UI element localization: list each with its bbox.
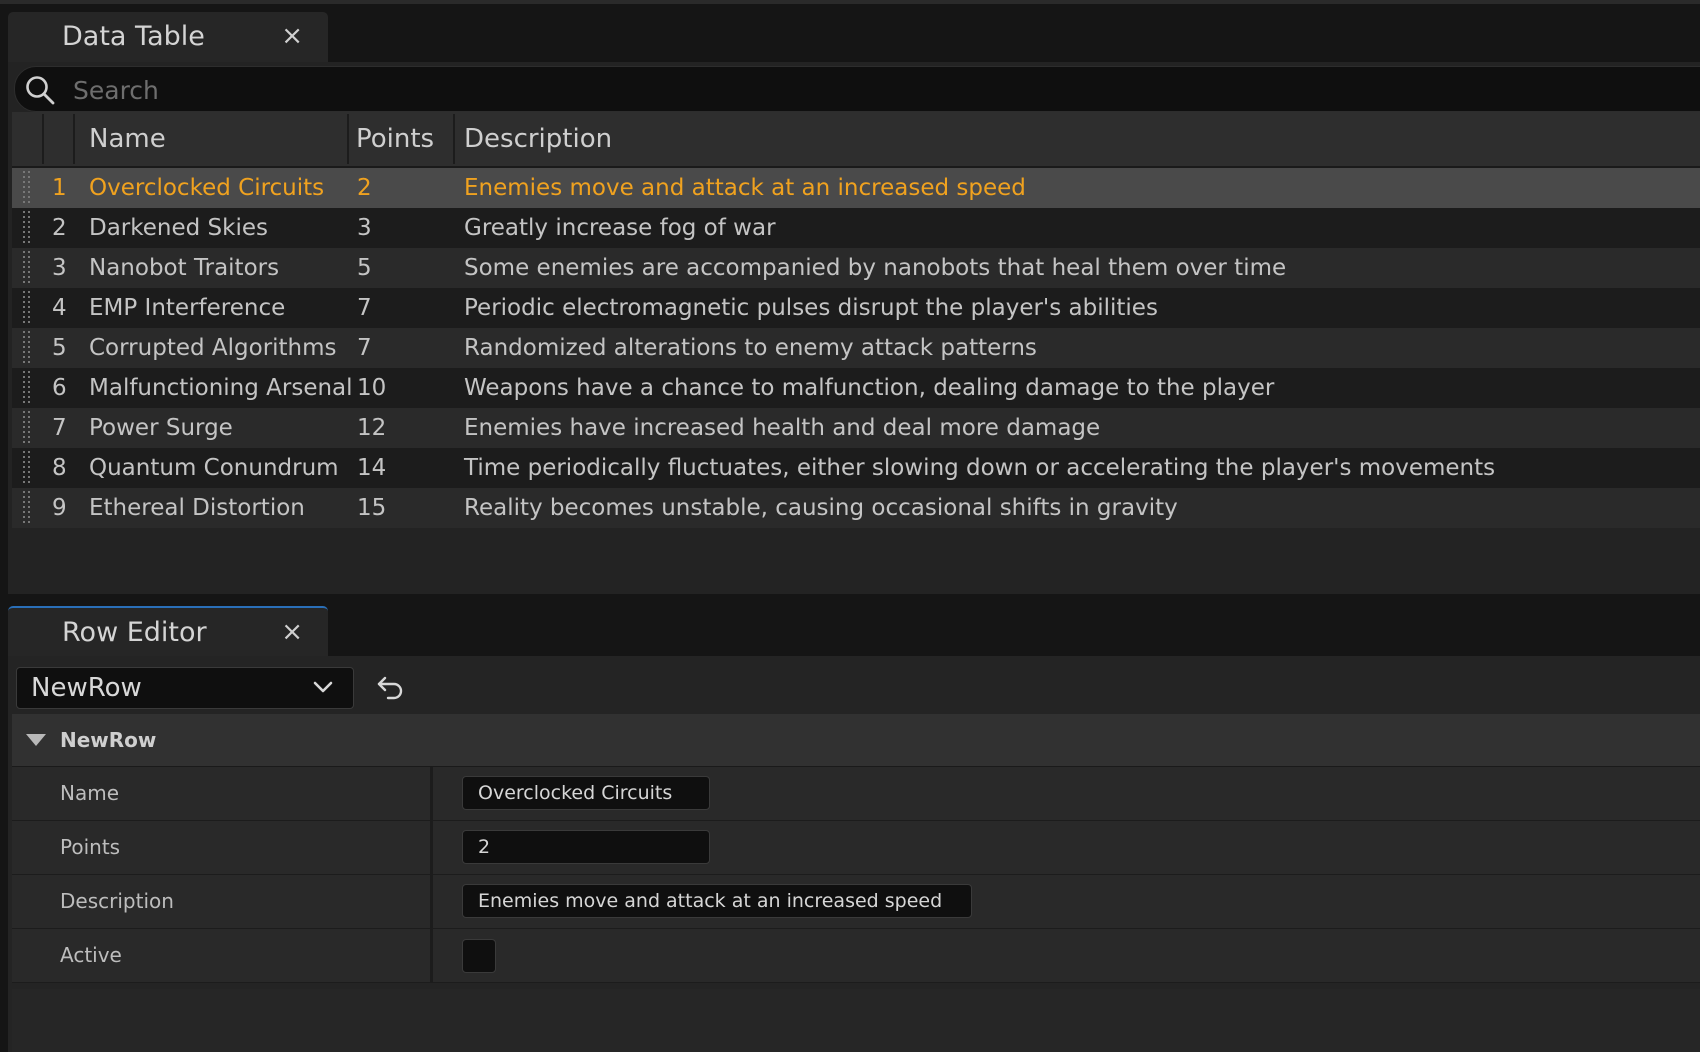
table-row[interactable]: 1 Overclocked Circuits 2 Enemies move an… [12, 168, 1700, 208]
row-index: 4 [52, 295, 67, 321]
drag-handle-icon[interactable] [22, 211, 32, 245]
row-name: Overclocked Circuits [89, 175, 325, 201]
table-row[interactable]: 4 EMP Interference 7 Periodic electromag… [12, 288, 1700, 328]
row-editor-panel: NewRow NewRow Name Points Description Ac… [8, 656, 1700, 1052]
table-row[interactable]: 7 Power Surge 12 Enemies have increased … [12, 408, 1700, 448]
search-input[interactable] [71, 71, 1575, 109]
table-row[interactable]: 2 Darkened Skies 3 Greatly increase fog … [12, 208, 1700, 248]
data-table-panel: Name Points Description 1 Overclocked Ci… [8, 62, 1700, 594]
top-border [0, 0, 1700, 4]
property-row-name: Name [12, 767, 1700, 821]
row-index: 9 [52, 495, 67, 521]
row-index: 7 [52, 415, 67, 441]
row-index: 2 [52, 215, 67, 241]
table-row[interactable]: 9 Ethereal Distortion 15 Reality becomes… [12, 488, 1700, 528]
row-name: EMP Interference [89, 295, 286, 321]
row-index: 8 [52, 455, 67, 481]
table-row[interactable]: 3 Nanobot Traitors 5 Some enemies are ac… [12, 248, 1700, 288]
chevron-down-icon [313, 681, 333, 693]
close-icon[interactable]: × [281, 617, 303, 647]
row-index: 3 [52, 255, 67, 281]
close-icon[interactable]: × [281, 21, 303, 51]
row-description: Enemies move and attack at an increased … [464, 175, 1026, 201]
row-points: 2 [357, 175, 372, 201]
drag-handle-icon[interactable] [22, 331, 32, 365]
search-icon [26, 76, 55, 105]
row-name: Nanobot Traitors [89, 255, 280, 281]
undo-icon[interactable] [376, 673, 406, 703]
column-header-points[interactable]: Points [356, 112, 434, 166]
drag-handle-icon[interactable] [22, 491, 32, 525]
tab-data-table[interactable]: Data Table × [8, 12, 328, 62]
tab-row-editor[interactable]: Row Editor × [8, 606, 328, 658]
row-name-dropdown[interactable]: NewRow [16, 667, 354, 709]
tab-row-editor-label: Row Editor [62, 617, 207, 648]
drag-handle-icon[interactable] [22, 251, 32, 285]
row-description: Time periodically fluctuates, either slo… [464, 455, 1496, 481]
property-row-description: Description [12, 875, 1700, 929]
column-header-description[interactable]: Description [464, 112, 612, 166]
property-label: Name [60, 781, 120, 805]
row-name: Ethereal Distortion [89, 495, 305, 521]
row-name: Power Surge [89, 415, 233, 441]
row-points: 15 [357, 495, 387, 521]
category-header[interactable]: NewRow [12, 714, 1700, 767]
name-field[interactable] [462, 776, 710, 810]
drag-handle-icon[interactable] [22, 371, 32, 405]
row-points: 10 [357, 375, 387, 401]
row-index: 1 [52, 175, 67, 201]
details-empty-area [12, 989, 1700, 1052]
row-name-dropdown-value: NewRow [31, 673, 142, 703]
column-splitter[interactable] [430, 821, 433, 874]
row-points: 3 [357, 215, 372, 241]
row-points: 14 [357, 455, 387, 481]
drag-handle-icon[interactable] [22, 291, 32, 325]
row-points: 12 [357, 415, 387, 441]
row-description: Reality becomes unstable, causing occasi… [464, 495, 1178, 521]
table-body: 1 Overclocked Circuits 2 Enemies move an… [12, 168, 1700, 528]
row-description: Randomized alterations to enemy attack p… [464, 335, 1037, 361]
active-checkbox[interactable] [462, 939, 496, 973]
property-label: Points [60, 835, 121, 859]
column-splitter[interactable] [430, 875, 433, 928]
table-row[interactable]: 8 Quantum Conundrum 14 Time periodically… [12, 448, 1700, 488]
row-points: 5 [357, 255, 372, 281]
drag-handle-icon[interactable] [22, 451, 32, 485]
drag-handle-icon[interactable] [22, 171, 32, 205]
row-name: Quantum Conundrum [89, 455, 339, 481]
column-separator[interactable] [453, 114, 455, 164]
row-description: Greatly increase fog of war [464, 215, 776, 241]
column-separator[interactable] [73, 114, 75, 164]
column-separator[interactable] [347, 114, 349, 164]
column-splitter[interactable] [430, 767, 433, 820]
property-label: Active [60, 943, 122, 967]
row-points: 7 [357, 295, 372, 321]
row-name: Corrupted Algorithms [89, 335, 337, 361]
table-header: Name Points Description [12, 112, 1700, 168]
table-row[interactable]: 5 Corrupted Algorithms 7 Randomized alte… [12, 328, 1700, 368]
column-separator[interactable] [42, 114, 44, 164]
property-row-points: Points [12, 821, 1700, 875]
row-index: 5 [52, 335, 67, 361]
table-row[interactable]: 6 Malfunctioning Arsenal 10 Weapons have… [12, 368, 1700, 408]
row-description: Enemies have increased health and deal m… [464, 415, 1101, 441]
row-description: Periodic electromagnetic pulses disrupt … [464, 295, 1158, 321]
property-label: Description [60, 889, 174, 913]
points-field[interactable] [462, 830, 710, 864]
drag-handle-icon[interactable] [22, 411, 32, 445]
row-name: Malfunctioning Arsenal [89, 375, 353, 401]
row-description: Some enemies are accompanied by nanobots… [464, 255, 1287, 281]
row-index: 6 [52, 375, 67, 401]
row-points: 7 [357, 335, 372, 361]
category-title: NewRow [60, 728, 157, 752]
column-splitter[interactable] [430, 929, 433, 982]
collapse-arrow-icon[interactable] [26, 734, 46, 746]
tab-data-table-label: Data Table [62, 21, 205, 52]
row-description: Weapons have a chance to malfunction, de… [464, 375, 1275, 401]
description-field[interactable] [462, 884, 972, 918]
row-name: Darkened Skies [89, 215, 268, 241]
search-bar[interactable] [14, 66, 1700, 112]
property-row-active: Active [12, 929, 1700, 983]
column-header-name[interactable]: Name [89, 112, 166, 166]
